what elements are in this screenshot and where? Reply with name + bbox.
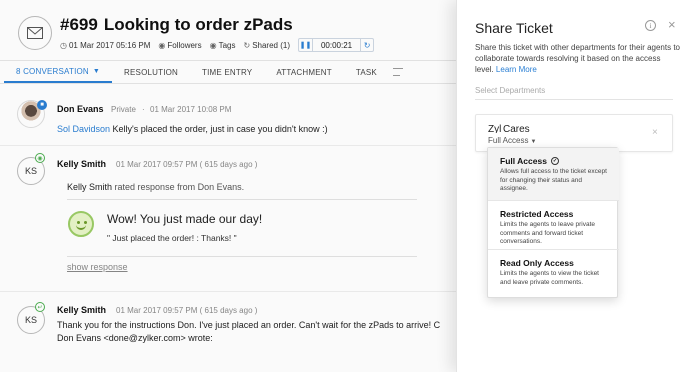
access-option-restricted[interactable]: Restricted Access Limits the agents to l… <box>488 201 619 249</box>
info-icon[interactable]: i <box>645 20 656 31</box>
panel-title: Share Ticket <box>475 20 553 36</box>
access-option-full[interactable]: Full Access ✓ Allows full access to the … <box>488 148 619 200</box>
svg-text:Zyl: Zyl <box>488 124 501 133</box>
chevron-down-icon: ▼ <box>530 139 537 145</box>
access-level-select[interactable]: Full Access ▼ <box>488 136 536 145</box>
overlay-dim[interactable] <box>0 0 456 372</box>
access-level-dropdown: Full Access ✓ Allows full access to the … <box>487 147 619 298</box>
department-name: Zyl Cares <box>488 123 530 136</box>
learn-more-link[interactable]: Learn More <box>496 65 537 74</box>
remove-department-icon[interactable]: × <box>652 127 658 138</box>
select-departments-input[interactable]: Select Departments <box>475 86 673 100</box>
panel-description: Share this ticket with other departments… <box>475 43 680 74</box>
access-option-read-only[interactable]: Read Only Access Limits the agents to vi… <box>488 250 619 298</box>
zylcares-logo: Zyl Cares <box>488 124 530 135</box>
check-icon: ✓ <box>550 157 559 165</box>
close-icon[interactable]: × <box>668 17 676 32</box>
svg-text:Cares: Cares <box>503 124 530 133</box>
